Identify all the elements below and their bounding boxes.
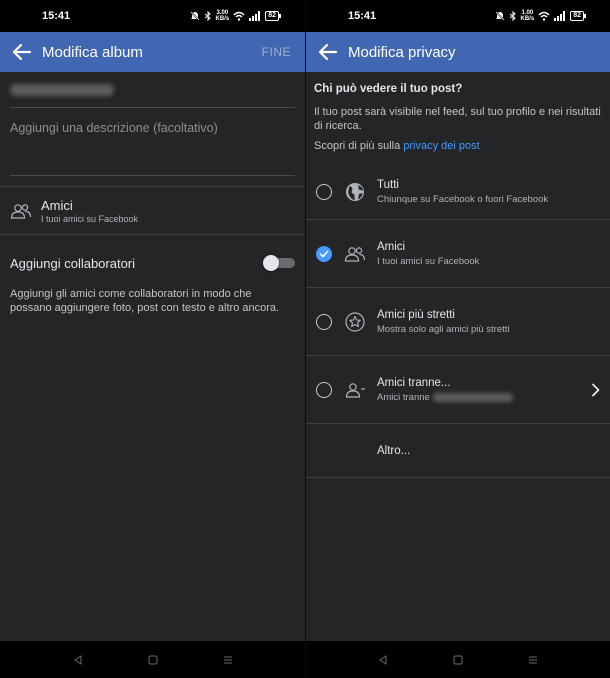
collaborators-help: Aggiungi gli amici come collaboratori in…: [10, 288, 280, 314]
status-time: 15:41: [42, 10, 71, 22]
system-nav-bar: [0, 641, 305, 678]
option-friends-text: Amici I tuoi amici su Facebook: [377, 240, 480, 267]
audience-subtitle: I tuoi amici su Facebook: [41, 213, 139, 224]
triangle-back-icon: [379, 654, 387, 665]
privacy-header: Chi può vedere il tuo post? Il tuo post …: [306, 72, 610, 152]
nav-home-button[interactable]: [143, 650, 163, 670]
triangle-back-icon: [73, 654, 81, 665]
friends-icon: [344, 243, 366, 265]
status-bar: 15:41 1.00 KB/s 82: [306, 0, 610, 32]
arrow-left-icon: [12, 43, 32, 61]
description-input[interactable]: [10, 121, 295, 135]
radio-everyone[interactable]: [316, 183, 332, 200]
globe-icon: [344, 181, 366, 203]
option-friends[interactable]: Amici I tuoi amici su Facebook: [306, 220, 610, 288]
page-title: Modifica album: [42, 43, 143, 61]
privacy-question: Chi può vedere il tuo post?: [314, 83, 463, 95]
option-friends-except[interactable]: Amici tranne... Amici tranne: [306, 356, 610, 424]
screens: 15:41 3.00 KB/s 82 Modifica album FINE A…: [0, 0, 610, 678]
blurred-album-name: [10, 83, 114, 96]
battery-indicator: 82: [570, 11, 586, 21]
friends-except-icon: [344, 379, 366, 401]
status-icons: 1.00 KB/s 82: [494, 10, 586, 22]
collaborators-label: Aggiungi collaboratori: [10, 255, 136, 271]
done-button[interactable]: FINE: [262, 45, 291, 59]
signal-icon: [249, 11, 261, 21]
toggle-knob: [263, 255, 279, 271]
wifi-icon: [233, 11, 245, 21]
menu-lines-icon: [528, 656, 537, 663]
option-close-friends-text: Amici più stretti Mostra solo agli amici…: [377, 308, 510, 335]
status-time: 15:41: [348, 10, 377, 22]
privacy-link[interactable]: privacy dei post: [403, 140, 479, 152]
bluetooth-icon: [204, 11, 211, 21]
check-icon: [319, 250, 329, 257]
collaborators-toggle[interactable]: [263, 255, 295, 271]
edit-album-screen: 15:41 3.00 KB/s 82 Modifica album FINE A…: [0, 0, 305, 678]
nav-menu-button[interactable]: [523, 650, 543, 670]
bluetooth-icon: [509, 11, 516, 21]
radio-friends[interactable]: [316, 245, 332, 262]
arrow-left-icon: [318, 43, 338, 61]
nav-back-button[interactable]: [68, 650, 88, 670]
wifi-icon: [538, 11, 550, 21]
app-bar: Modifica album FINE: [0, 32, 305, 72]
system-nav-bar: [306, 641, 610, 678]
nav-menu-button[interactable]: [218, 650, 238, 670]
option-everyone-text: Tutti Chiunque su Facebook o fuori Faceb…: [377, 178, 549, 205]
chevron-right-icon: [592, 383, 600, 396]
audience-title: Amici: [41, 197, 73, 213]
option-other-text: Altro...: [377, 444, 411, 457]
edit-privacy-screen: 15:41 1.00 KB/s 82 Modifica privacy Chi p…: [305, 0, 610, 678]
audience-text: Amici I tuoi amici su Facebook: [41, 198, 138, 224]
privacy-options: Tutti Chiunque su Facebook o fuori Faceb…: [306, 164, 610, 478]
friends-icon: [10, 203, 32, 219]
album-name-field[interactable]: [10, 72, 295, 108]
back-button[interactable]: [316, 40, 340, 64]
privacy-info: Il tuo post sarà visibile nel feed, sul …: [314, 106, 601, 132]
signal-icon: [554, 11, 566, 21]
option-other[interactable]: Altro...: [306, 424, 610, 478]
square-home-icon: [148, 655, 157, 664]
learn-more: Scopri di più sulla privacy dei post: [314, 140, 480, 152]
option-everyone[interactable]: Tutti Chiunque su Facebook o fuori Faceb…: [306, 164, 610, 220]
status-bar: 15:41 3.00 KB/s 82: [0, 0, 305, 32]
nav-home-button[interactable]: [448, 650, 468, 670]
mute-icon: [494, 11, 505, 21]
network-rate: 1.00 KB/s: [520, 10, 535, 22]
app-bar: Modifica privacy: [306, 32, 610, 72]
page-title: Modifica privacy: [348, 43, 456, 61]
blurred-friend-name: [432, 392, 513, 402]
option-close-friends[interactable]: Amici più stretti Mostra solo agli amici…: [306, 288, 610, 356]
option-friends-except-text: Amici tranne... Amici tranne: [377, 377, 513, 403]
battery-indicator: 82: [265, 11, 281, 21]
radio-friends-except[interactable]: [316, 381, 332, 398]
network-rate: 3.00 KB/s: [215, 10, 230, 22]
radio-close-friends[interactable]: [316, 313, 332, 330]
audience-selector[interactable]: Amici I tuoi amici su Facebook: [0, 186, 305, 235]
star-icon: [344, 311, 366, 333]
nav-back-button[interactable]: [373, 650, 393, 670]
status-icons: 3.00 KB/s 82: [189, 10, 281, 22]
collaborators-row: Aggiungi collaboratori: [0, 255, 305, 271]
menu-lines-icon: [223, 656, 232, 663]
description-area: [10, 108, 295, 176]
back-button[interactable]: [10, 40, 34, 64]
mute-icon: [189, 11, 200, 21]
square-home-icon: [453, 655, 463, 664]
